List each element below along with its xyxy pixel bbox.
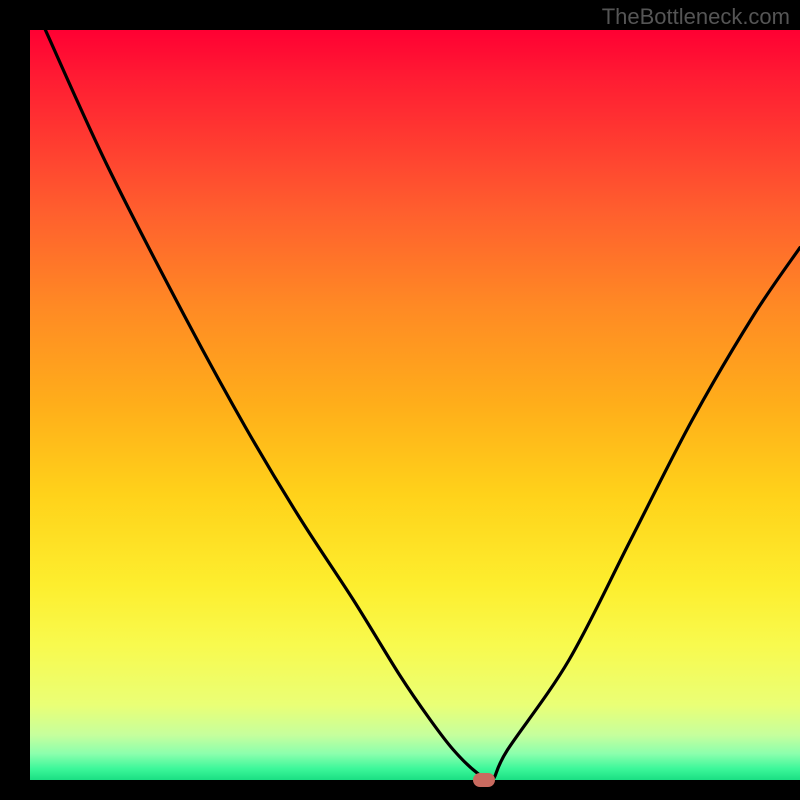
chart-gradient-background [30,30,800,780]
watermark-text: TheBottleneck.com [602,4,790,30]
sweet-spot-marker [473,773,495,787]
